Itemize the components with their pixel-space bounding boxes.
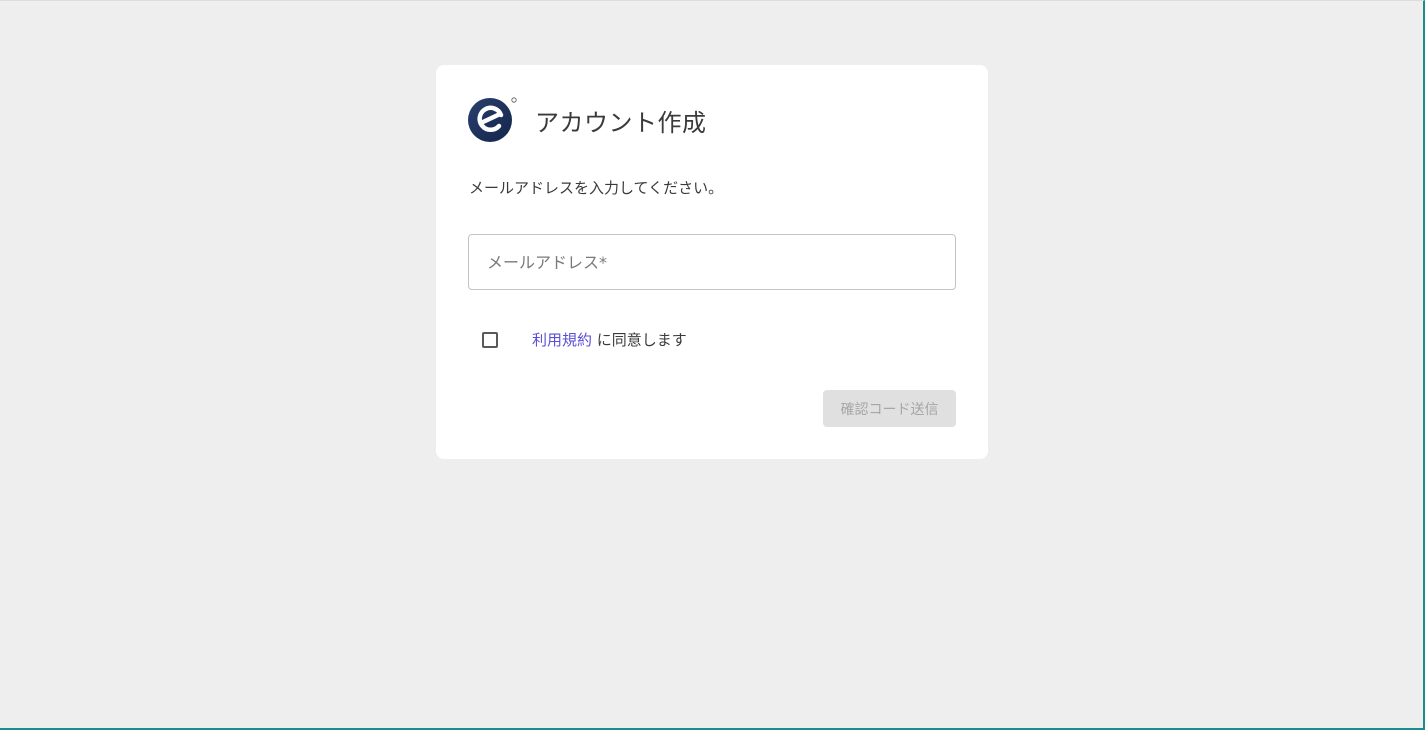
brand-logo-icon [468, 96, 518, 144]
terms-checkbox[interactable] [482, 331, 498, 348]
instruction-text: メールアドレスを入力してください。 [469, 179, 724, 197]
terms-link[interactable]: 利用規約 [532, 331, 592, 349]
terms-suffix: に同意します [592, 331, 687, 349]
send-code-button[interactable]: 確認コード送信 [823, 390, 956, 427]
page-title: アカウント作成 [535, 108, 707, 137]
signup-card: アカウント作成 メールアドレスを入力してください。 利用規約 に同意します 確認… [436, 65, 988, 459]
card-header: アカウント作成 [468, 96, 707, 144]
email-field[interactable] [468, 234, 956, 290]
terms-label: 利用規約 に同意します [532, 329, 687, 350]
terms-row: 利用規約 に同意します [482, 329, 687, 350]
